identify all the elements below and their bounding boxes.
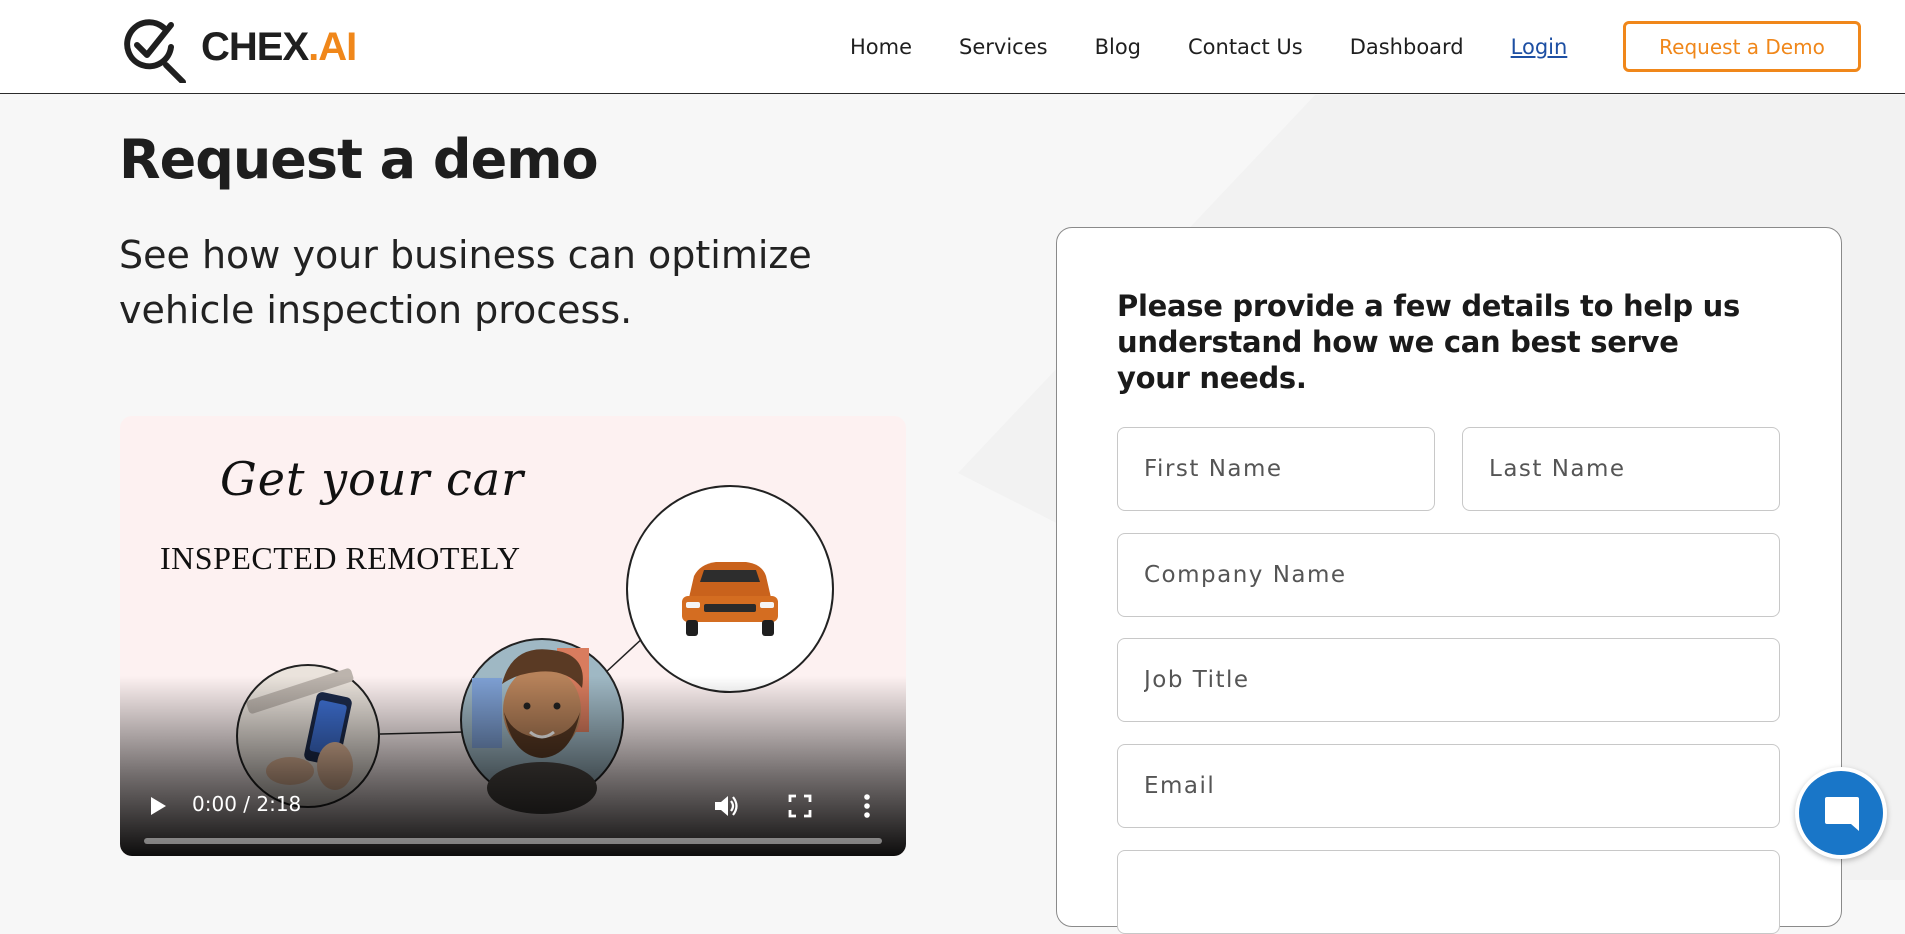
volume-icon[interactable] [712, 792, 740, 820]
magnifier-check-icon [124, 19, 186, 83]
page-subtitle: See how your business can optimize vehic… [119, 233, 812, 332]
video-time-display: 0:00 / 2:18 [192, 792, 302, 816]
play-icon[interactable] [146, 794, 170, 818]
job-title-field[interactable] [1117, 638, 1780, 722]
logo-link[interactable]: CHEX.AI [119, 12, 357, 83]
nav-dashboard[interactable]: Dashboard [1350, 35, 1464, 59]
logo-wordmark: CHEX.AI [201, 24, 357, 70]
page-title: Request a demo [119, 128, 599, 191]
last-name-field[interactable] [1462, 427, 1780, 511]
first-name-field[interactable] [1117, 427, 1435, 511]
video-controls: 0:00 / 2:18 [120, 766, 906, 856]
video-headline-caps: INSPECTED REMOTELY [160, 540, 521, 576]
video-headline-script: Get your car [220, 452, 525, 506]
chat-icon [1825, 797, 1859, 831]
chat-launcher-inner [1799, 771, 1883, 855]
nav-blog[interactable]: Blog [1095, 35, 1141, 59]
more-vertical-icon[interactable] [857, 792, 877, 820]
main-nav: Home Services Blog Contact Us Dashboard … [850, 0, 1614, 94]
logo-brand: CHEX [201, 24, 309, 69]
logo-accent: .AI [308, 24, 357, 69]
request-demo-button[interactable]: Request a Demo [1623, 21, 1861, 72]
fullscreen-icon[interactable] [787, 793, 813, 819]
company-name-field[interactable] [1117, 533, 1780, 617]
video-progress-bar[interactable] [144, 838, 882, 844]
car-illustration [626, 485, 834, 693]
form-heading: Please provide a few details to help us … [1117, 289, 1740, 395]
demo-form-card: Please provide a few details to help us … [1056, 227, 1842, 934]
site-header: CHEX.AI Home Services Blog Contact Us Da… [0, 0, 1905, 94]
nav-contact-us[interactable]: Contact Us [1188, 35, 1303, 59]
email-field[interactable] [1117, 744, 1780, 828]
nav-login[interactable]: Login [1511, 35, 1568, 59]
next-field[interactable] [1117, 850, 1780, 934]
chat-launcher-button[interactable] [1795, 767, 1887, 859]
video-player[interactable]: Get your car INSPECTED REMOTELY 0:00 / 2… [120, 416, 906, 856]
nav-home[interactable]: Home [850, 35, 912, 59]
nav-services[interactable]: Services [959, 35, 1048, 59]
